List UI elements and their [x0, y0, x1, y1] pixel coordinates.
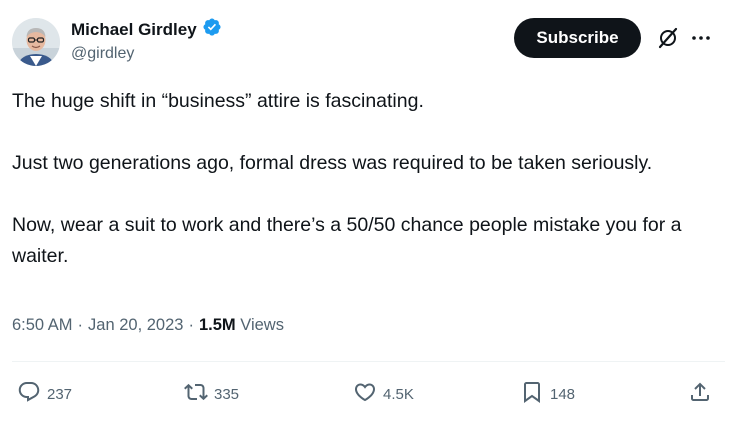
views-count[interactable]: 1.5M — [199, 316, 236, 334]
tweet-header: Michael Girdley @girdley Subscribe — [12, 14, 725, 70]
bookmark-button[interactable]: 148 — [520, 376, 575, 412]
tweet-date[interactable]: Jan 20, 2023 — [88, 316, 183, 335]
subscribe-button[interactable]: Subscribe — [514, 18, 641, 58]
bookmark-icon — [520, 380, 544, 408]
meta-separator: · — [188, 316, 194, 334]
author-name[interactable]: Michael Girdley — [71, 19, 197, 41]
reply-count: 237 — [47, 385, 73, 403]
author-handle[interactable]: @girdley — [71, 45, 222, 63]
tweet-paragraph: Just two generations ago, formal dress w… — [12, 152, 653, 174]
divider — [12, 361, 725, 362]
like-icon — [353, 380, 377, 408]
reply-icon — [17, 380, 41, 408]
avatar[interactable] — [12, 18, 60, 66]
like-button[interactable]: 4.5K — [353, 376, 414, 412]
retweet-icon — [184, 380, 208, 408]
tweet-paragraph: The huge shift in “business” attire is f… — [12, 90, 424, 112]
share-icon — [688, 380, 712, 408]
tweet-text: The huge shift in “business” attire is f… — [12, 86, 727, 272]
retweet-count: 335 — [214, 385, 240, 403]
author-info: Michael Girdley @girdley — [71, 17, 222, 63]
verified-badge-icon — [202, 17, 222, 42]
tweet-paragraph: Now, wear a suit to work and there’s a 5… — [12, 214, 682, 267]
tweet-meta: 6:50 AM · Jan 20, 2023 · 1.5M Views — [12, 316, 284, 335]
tweet-time[interactable]: 6:50 AM — [12, 316, 73, 335]
like-count: 4.5K — [383, 385, 414, 403]
reply-button[interactable]: 237 — [17, 376, 72, 412]
share-button[interactable] — [688, 376, 712, 412]
retweet-button[interactable]: 335 — [184, 376, 239, 412]
meta-separator: · — [77, 316, 84, 334]
action-bar: 237 335 4.5K 148 — [12, 376, 725, 412]
more-options-icon[interactable] — [689, 26, 713, 50]
bookmark-count: 148 — [550, 385, 576, 403]
views-label: Views — [240, 316, 284, 334]
grok-icon[interactable] — [656, 26, 680, 50]
